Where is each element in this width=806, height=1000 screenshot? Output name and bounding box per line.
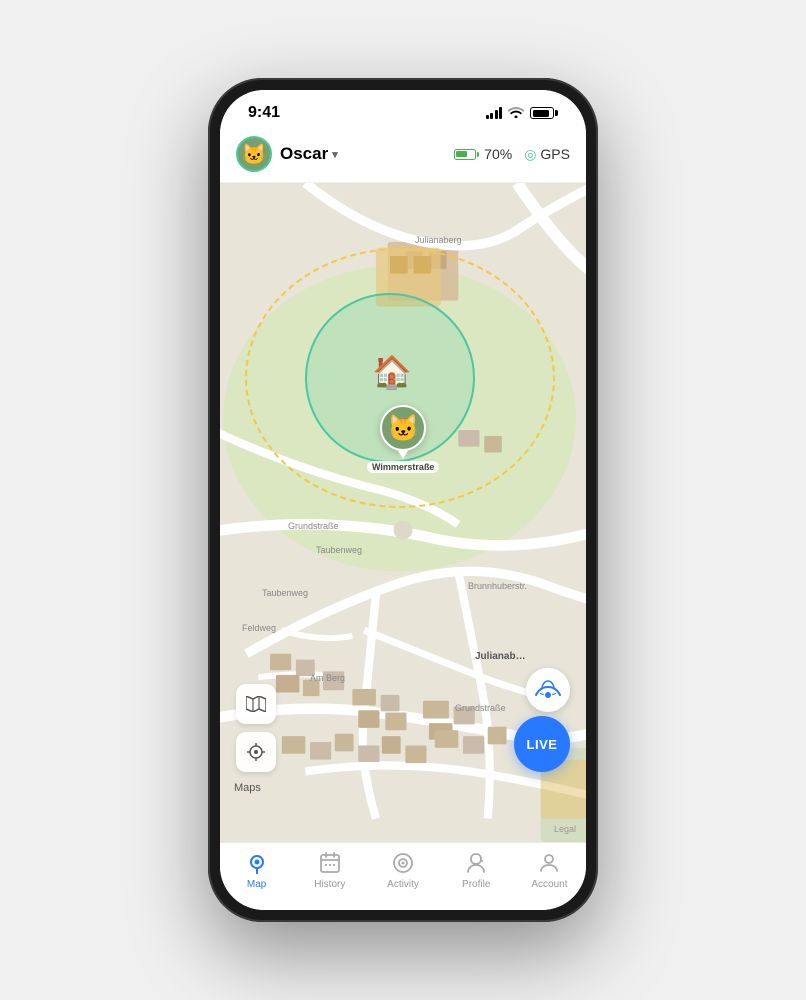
tab-bar: Map History	[220, 842, 586, 910]
street-label-grundstrasse: Grundstraße	[288, 521, 339, 531]
phone-frame: 9:41	[208, 78, 598, 922]
town-label-julianab: Julianab…	[475, 651, 526, 662]
activity-tab-icon	[391, 851, 415, 875]
tab-profile-label: Profile	[462, 879, 490, 890]
cat-street-name: Wimmerstraße	[367, 461, 439, 473]
account-tab-icon	[537, 851, 561, 875]
signal-bars-icon	[486, 107, 503, 119]
location-target-button[interactable]	[236, 732, 276, 772]
cat-tracker-button[interactable]	[526, 668, 570, 712]
gps-label: GPS	[540, 146, 570, 162]
home-map-icon: 🏠	[372, 353, 412, 391]
maps-label: Maps	[234, 782, 261, 794]
wifi-icon	[508, 106, 524, 121]
phone-screen: 9:41	[220, 90, 586, 910]
pet-avatar[interactable]: 🐱	[236, 136, 272, 172]
map-left-buttons	[236, 684, 276, 772]
street-label-taubenweg1: Taubenweg	[316, 545, 362, 555]
tab-map[interactable]: Map	[220, 851, 293, 890]
street-label-taubenweg2: Taubenweg	[262, 588, 308, 598]
street-label-grundstrasse2: Grundstraße	[455, 703, 506, 713]
gps-icon: ◎	[524, 146, 536, 163]
legal-label[interactable]: Legal	[554, 824, 576, 834]
pet-battery-status: 70%	[454, 146, 513, 162]
street-label-brunnhuber: Brunnhuberstr.	[468, 581, 527, 591]
tab-history-label: History	[314, 879, 345, 890]
tab-map-label: Map	[247, 879, 266, 890]
tab-activity-label: Activity	[387, 879, 419, 890]
header-bar: 🐱 Oscar ▾ 70% ◎ GPS	[220, 128, 586, 183]
pet-name-label[interactable]: Oscar ▾	[280, 144, 338, 164]
cat-avatar: 🐱	[380, 405, 426, 451]
tab-profile[interactable]: Profile	[440, 851, 513, 890]
cat-location-pin[interactable]: 🐱 Wimmerstraße	[367, 405, 439, 473]
live-button[interactable]: LIVE	[514, 716, 570, 772]
pin-pointer	[397, 449, 409, 459]
battery-status-icon	[530, 107, 558, 119]
tab-account-label: Account	[531, 879, 567, 890]
status-time: 9:41	[248, 104, 280, 122]
tab-history[interactable]: History	[293, 851, 366, 890]
battery-icon	[454, 149, 480, 160]
map-tab-icon	[245, 851, 269, 875]
status-icons	[486, 106, 559, 121]
history-tab-icon	[318, 851, 342, 875]
tab-account[interactable]: Account	[513, 851, 586, 890]
pet-name-text: Oscar	[280, 144, 328, 164]
tab-activity[interactable]: Activity	[366, 851, 439, 890]
map-view-button[interactable]	[236, 684, 276, 724]
map-area[interactable]: 🏠 🐱 Wimmerstraße Julianaberg Grundstraße…	[220, 183, 586, 842]
status-bar: 9:41	[220, 90, 586, 128]
battery-percent: 70%	[484, 146, 512, 162]
street-label-amberg: Am Berg	[310, 673, 345, 683]
header-right: 70% ◎ GPS	[454, 146, 570, 163]
gps-status: ◎ GPS	[524, 146, 570, 163]
street-label-feldweg: Feldweg	[242, 623, 276, 633]
chevron-down-icon: ▾	[332, 148, 338, 161]
profile-tab-icon	[464, 851, 488, 875]
street-label-julianaberg: Julianaberg	[415, 235, 462, 245]
